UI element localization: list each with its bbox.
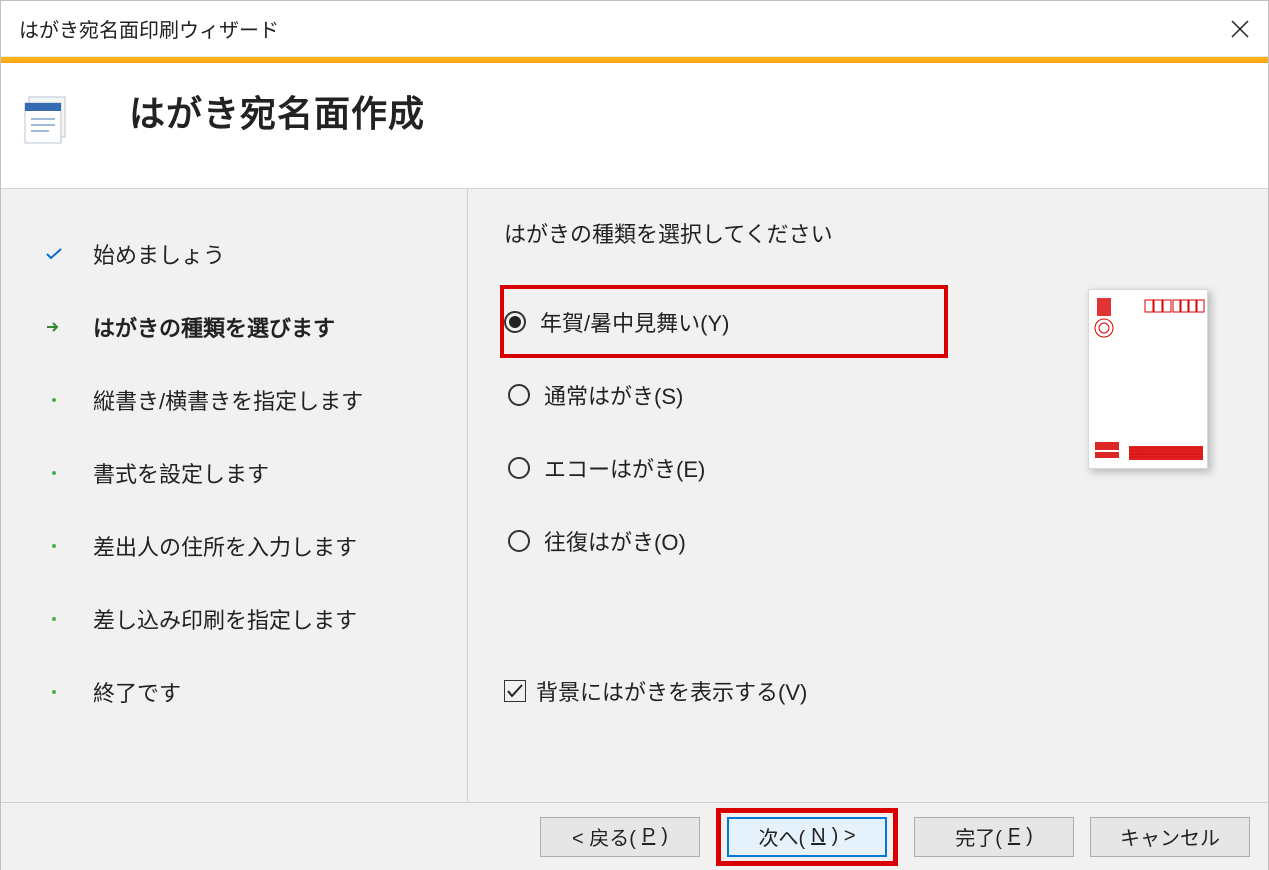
step-label: 書式を設定します (93, 457, 269, 489)
close-icon (1231, 20, 1249, 38)
next-accelerator: N (811, 825, 825, 848)
step-item: 終了です (45, 655, 457, 728)
step-item: 始めましょう (45, 217, 457, 290)
radio-icon (508, 384, 530, 406)
step-label: 終了です (93, 676, 181, 708)
radio-reply[interactable]: 往復はがき(O) (504, 504, 924, 577)
step-label: 差し込み印刷を指定します (93, 603, 357, 635)
wizard-content: 始めましょう はがきの種類を選びます 縦書き/横書きを指定します 書式を設定しま… (1, 189, 1268, 802)
finish-button[interactable]: 完了( F) (914, 817, 1074, 857)
step-label: 始めましょう (93, 238, 225, 270)
next-label-pre: 次へ( (758, 822, 805, 851)
window-title: はがき宛名面印刷ウィザード (19, 14, 279, 43)
dot-icon (45, 537, 63, 555)
radio-echo[interactable]: エコーはがき(E) (504, 431, 924, 504)
checkbox-icon (504, 680, 526, 702)
close-button[interactable] (1212, 1, 1268, 57)
radio-normal[interactable]: 通常はがき(S) (504, 358, 924, 431)
cancel-button[interactable]: キャンセル (1090, 817, 1250, 857)
next-label-post: ) > (832, 825, 856, 848)
step-label: 差出人の住所を入力します (93, 530, 357, 562)
step-item: 縦書き/横書きを指定します (45, 363, 457, 436)
main-panel: はがきの種類を選択してください 年賀/暑中見舞い(Y) 通常はがき(S) エコー… (468, 189, 1268, 802)
radio-nenga[interactable]: 年賀/暑中見舞い(Y) (500, 285, 948, 358)
arrow-icon (45, 318, 63, 336)
back-label-pre: < 戻る( (572, 822, 636, 851)
show-background-checkbox[interactable]: 背景にはがきを表示する(V) (504, 675, 924, 707)
section-title: はがきの種類を選択してください (504, 217, 924, 249)
finish-label-pre: 完了( (955, 822, 1002, 851)
titlebar: はがき宛名面印刷ウィザード (1, 1, 1268, 57)
back-accelerator: P (642, 825, 655, 848)
dot-icon (45, 683, 63, 701)
dot-icon (45, 610, 63, 628)
step-label: はがきの種類を選びます (93, 311, 335, 343)
step-list: 始めましょう はがきの種類を選びます 縦書き/横書きを指定します 書式を設定しま… (1, 189, 468, 802)
wizard-footer: < 戻る( P) 次へ( N ) > 完了( F) キャンセル (1, 802, 1268, 870)
finish-label-post: ) (1026, 825, 1033, 848)
step-item: はがきの種類を選びます (45, 290, 457, 363)
back-label-post: ) (661, 825, 668, 848)
step-item: 差し込み印刷を指定します (45, 582, 457, 655)
step-item: 差出人の住所を入力します (45, 509, 457, 582)
checkbox-label: 背景にはがきを表示する(V) (536, 675, 807, 707)
step-label: 縦書き/横書きを指定します (93, 384, 363, 416)
next-button[interactable]: 次へ( N ) > (727, 817, 887, 857)
back-button[interactable]: < 戻る( P) (540, 817, 700, 857)
radio-icon (508, 457, 530, 479)
wizard-title: はがき宛名面作成 (129, 85, 425, 137)
dot-icon (45, 391, 63, 409)
cancel-label: キャンセル (1120, 822, 1220, 851)
radio-label: 年賀/暑中見舞い(Y) (540, 306, 729, 338)
radio-icon (504, 311, 526, 333)
step-item: 書式を設定します (45, 436, 457, 509)
check-icon (45, 245, 63, 263)
radio-icon (508, 530, 530, 552)
radio-label: 往復はがき(O) (544, 525, 686, 557)
postcard-preview (1088, 289, 1208, 469)
finish-accelerator: F (1008, 825, 1020, 848)
wizard-doc-icon (19, 89, 75, 145)
radio-label: 通常はがき(S) (544, 379, 683, 411)
postcard-type-group: 年賀/暑中見舞い(Y) 通常はがき(S) エコーはがき(E) 往復はがき(O) (504, 285, 924, 577)
wizard-header: はがき宛名面作成 (1, 63, 1268, 189)
radio-label: エコーはがき(E) (544, 452, 705, 484)
dot-icon (45, 464, 63, 482)
next-button-highlight: 次へ( N ) > (716, 808, 898, 866)
